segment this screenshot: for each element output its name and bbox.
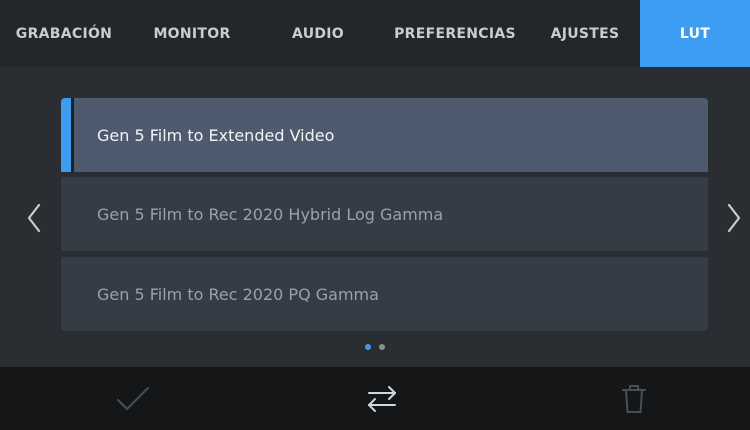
next-page-button[interactable]	[722, 200, 746, 236]
page-dot	[379, 344, 385, 350]
lut-item-label: Gen 5 Film to Extended Video	[97, 125, 335, 145]
lut-list: Gen 5 Film to Extended Video Gen 5 Film …	[61, 98, 708, 331]
confirm-button[interactable]	[93, 367, 173, 430]
swap-button[interactable]	[342, 367, 422, 430]
tab-ajustes[interactable]: AJUSTES	[530, 0, 640, 67]
chevron-right-icon	[727, 203, 741, 233]
page-dot-active	[365, 344, 371, 350]
prev-page-button[interactable]	[22, 200, 46, 236]
delete-button[interactable]	[594, 367, 674, 430]
lut-item-label: Gen 5 Film to Rec 2020 PQ Gamma	[97, 284, 379, 304]
lut-item-hlg[interactable]: Gen 5 Film to Rec 2020 Hybrid Log Gamma	[61, 177, 708, 251]
checkmark-icon	[117, 386, 149, 410]
tab-lut[interactable]: LUT	[640, 0, 750, 67]
tab-grabacion[interactable]: GRABACIÓN	[0, 0, 128, 67]
lut-item-pq-gamma[interactable]: Gen 5 Film to Rec 2020 PQ Gamma	[61, 257, 708, 331]
page-indicator	[0, 344, 750, 354]
chevron-left-icon	[27, 203, 41, 233]
trash-icon	[622, 384, 646, 413]
tab-preferencias[interactable]: PREFERENCIAS	[380, 0, 530, 67]
swap-arrows-icon	[368, 385, 396, 412]
lut-item-extended-video[interactable]: Gen 5 Film to Extended Video	[61, 98, 708, 172]
tab-audio[interactable]: AUDIO	[256, 0, 380, 67]
lut-item-label: Gen 5 Film to Rec 2020 Hybrid Log Gamma	[97, 204, 444, 224]
tab-bar: GRABACIÓN MONITOR AUDIO PREFERENCIAS AJU…	[0, 0, 750, 68]
selected-marker	[61, 98, 74, 172]
action-bar	[0, 367, 750, 430]
tab-monitor[interactable]: MONITOR	[128, 0, 256, 67]
